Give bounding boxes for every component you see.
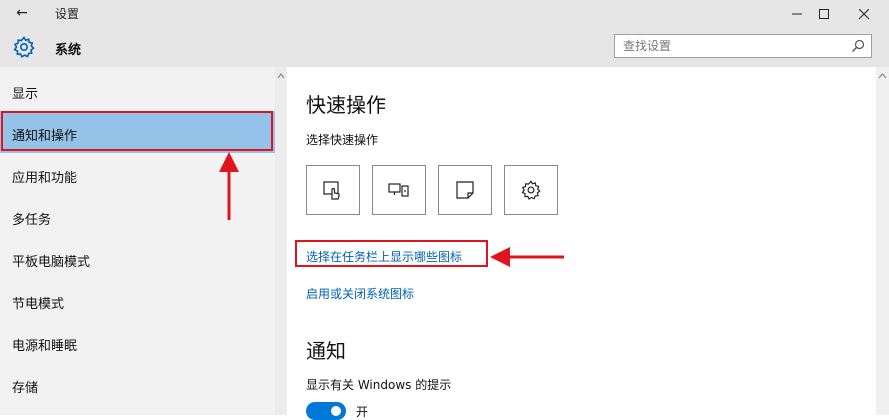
sidebar-item-display[interactable]: 显示 <box>0 69 275 111</box>
sidebar-item-label: 节电模式 <box>12 297 65 312</box>
app-header: 系统 <box>0 27 889 67</box>
page-title: 系统 <box>55 43 82 58</box>
search-input[interactable] <box>615 35 843 57</box>
sidebar-item-battery-saver[interactable]: 节电模式 <box>0 279 275 321</box>
maximize-button[interactable] <box>806 0 842 27</box>
sidebar-item-power-sleep[interactable]: 电源和睡眠 <box>0 321 275 363</box>
gear-icon <box>13 36 35 58</box>
settings-gear-icon <box>521 180 541 200</box>
tablet-mode-icon <box>323 181 340 200</box>
scroll-up-icon[interactable] <box>878 70 887 82</box>
windows-tips-toggle[interactable] <box>306 402 346 420</box>
back-arrow-icon: ← <box>16 5 28 21</box>
sidebar: 显示 通知和操作 应用和功能 多任务 平板电脑模式 节电模式 电源和睡眠 存储 <box>0 67 275 415</box>
maximize-icon <box>819 8 829 19</box>
sidebar-item-storage[interactable]: 存储 <box>0 363 275 405</box>
scroll-up-icon[interactable] <box>277 70 285 82</box>
back-button[interactable]: ← <box>10 3 34 23</box>
windows-tips-label: 显示有关 Windows 的提示 <box>306 378 452 392</box>
sidebar-item-label: 应用和功能 <box>12 171 78 186</box>
quick-action-tile-tablet-mode[interactable] <box>306 165 360 215</box>
close-icon <box>859 8 869 19</box>
sidebar-item-apps-features[interactable]: 应用和功能 <box>0 153 275 195</box>
taskbar-icons-link[interactable]: 选择在任务栏上显示哪些图标 <box>306 248 462 265</box>
sidebar-item-multitasking[interactable]: 多任务 <box>0 195 275 237</box>
quick-action-tile-project[interactable] <box>372 165 426 215</box>
main-content: 快速操作 选择快速操作 选择在任务栏上显示哪些图标 启用或关闭系统图标 通知 显… <box>287 67 876 420</box>
quick-actions-heading: 快速操作 <box>306 93 386 117</box>
sidebar-scrollbar[interactable] <box>275 67 287 415</box>
note-icon <box>456 181 474 199</box>
project-display-icon <box>388 183 409 197</box>
sidebar-item-label: 存储 <box>12 381 39 396</box>
sidebar-item-tablet-mode[interactable]: 平板电脑模式 <box>0 237 275 279</box>
toggle-state-label: 开 <box>356 405 369 419</box>
title-bar: ← 设置 <box>0 0 889 27</box>
sidebar-item-notifications-actions[interactable]: 通知和操作 <box>0 111 275 153</box>
minimize-icon <box>792 13 802 14</box>
search-icon[interactable] <box>851 39 865 53</box>
notifications-heading: 通知 <box>306 339 346 363</box>
system-icons-link[interactable]: 启用或关闭系统图标 <box>306 285 414 302</box>
sidebar-item-label: 通知和操作 <box>12 129 78 144</box>
sidebar-item-label: 平板电脑模式 <box>12 255 91 270</box>
sidebar-item-label: 多任务 <box>12 213 52 228</box>
main-scrollbar[interactable] <box>876 67 889 415</box>
search-box[interactable] <box>614 34 872 58</box>
quick-action-tile-settings[interactable] <box>504 165 558 215</box>
sidebar-item-label: 电源和睡眠 <box>12 339 78 354</box>
quick-actions-subtitle: 选择快速操作 <box>306 133 379 147</box>
quick-action-tile-note[interactable] <box>438 165 492 215</box>
close-button[interactable] <box>846 0 882 27</box>
sidebar-item-label: 显示 <box>12 87 39 102</box>
window-title: 设置 <box>55 7 80 21</box>
